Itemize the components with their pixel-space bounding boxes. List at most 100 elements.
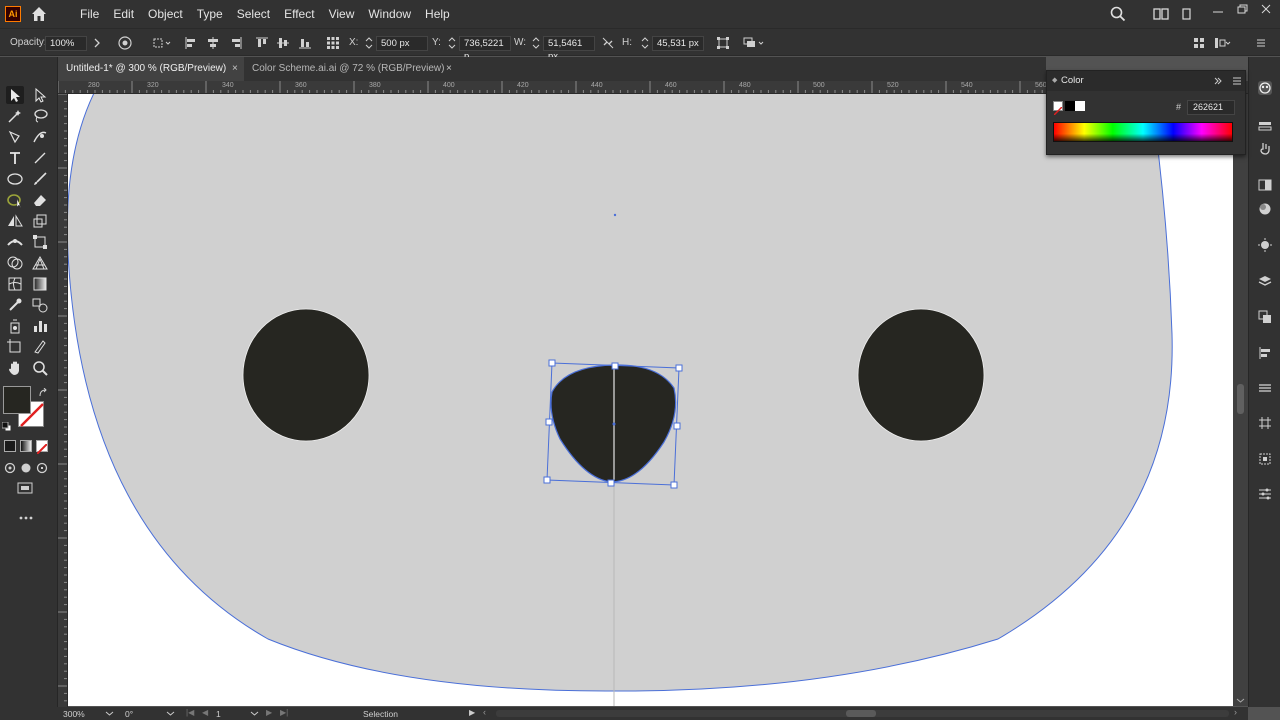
artboard-dropdown-icon[interactable] xyxy=(250,709,259,718)
home-icon[interactable] xyxy=(31,6,47,22)
free-transform-tool-icon[interactable] xyxy=(31,233,49,251)
white-swatch[interactable] xyxy=(1075,101,1085,111)
tab-close-icon[interactable]: × xyxy=(232,57,238,81)
align-left-icon[interactable] xyxy=(184,36,198,50)
magic-wand-tool-icon[interactable] xyxy=(6,107,24,125)
hex-input[interactable]: 262621 xyxy=(1187,100,1235,115)
pathfinder-icon[interactable] xyxy=(1258,452,1272,466)
rotation-dropdown-icon[interactable] xyxy=(166,709,175,718)
align-bottom-icon[interactable] xyxy=(298,36,312,50)
gradient-mode-icon[interactable] xyxy=(20,440,32,452)
minimize-icon[interactable] xyxy=(1212,6,1224,20)
panel-grid-icon[interactable] xyxy=(1192,36,1206,50)
x-stepper-icon[interactable] xyxy=(364,36,374,50)
y-stepper-icon[interactable] xyxy=(447,36,457,50)
align-panel-icon[interactable] xyxy=(1258,346,1272,360)
scroll-left-icon[interactable]: ‹ xyxy=(483,707,486,717)
menu-file[interactable]: File xyxy=(73,0,106,28)
none-mode-icon[interactable] xyxy=(36,440,48,455)
menu-help[interactable]: Help xyxy=(418,0,457,28)
transform-icon[interactable] xyxy=(716,36,730,50)
horizontal-scrollbar[interactable] xyxy=(496,710,1229,717)
draw-normal-icon[interactable] xyxy=(4,461,16,474)
none-swatch[interactable] xyxy=(1053,101,1063,116)
tab-untitled-1[interactable]: Untitled-1* @ 300 % (RGB/Preview) xyxy=(58,57,244,81)
align-middle-icon[interactable] xyxy=(276,36,290,50)
chevron-right-icon[interactable] xyxy=(90,36,104,50)
selection-tool-icon[interactable] xyxy=(6,86,24,104)
zoom-level[interactable]: 300% xyxy=(63,709,85,719)
paintbrush-tool-icon[interactable] xyxy=(31,170,49,188)
shaper-tool-icon[interactable] xyxy=(6,191,24,209)
scroll-down-arrow-icon[interactable] xyxy=(1236,692,1245,703)
w-stepper-icon[interactable] xyxy=(531,36,541,50)
black-swatch[interactable] xyxy=(1065,101,1075,111)
workspace-icon[interactable] xyxy=(1153,7,1169,21)
default-colors-icon[interactable] xyxy=(1,419,12,432)
appearance-icon[interactable] xyxy=(1258,238,1272,252)
mesh-tool-icon[interactable] xyxy=(6,275,24,293)
vertical-ruler[interactable] xyxy=(58,94,68,707)
panel-collapse-icon[interactable]: ◆ xyxy=(1052,76,1057,84)
next-artboard-icon[interactable]: ▶ xyxy=(266,708,272,717)
horizontal-scrollbar-thumb[interactable] xyxy=(846,710,876,717)
menu-view[interactable]: View xyxy=(322,0,362,28)
draw-inside-icon[interactable] xyxy=(36,461,48,474)
eraser-tool-icon[interactable] xyxy=(31,191,49,209)
column-graph-tool-icon[interactable] xyxy=(31,317,49,335)
width-tool-icon[interactable] xyxy=(6,233,24,251)
zoom-tool-icon[interactable] xyxy=(31,359,49,377)
h-field[interactable]: 45,531 px xyxy=(652,36,704,51)
properties-icon[interactable] xyxy=(1258,381,1272,395)
tab-close-icon[interactable]: × xyxy=(446,57,452,81)
libraries-icon[interactable] xyxy=(1258,487,1272,501)
fill-swatch-front[interactable] xyxy=(3,386,31,414)
menu-type[interactable]: Type xyxy=(190,0,230,28)
rotation-value[interactable]: 0° xyxy=(125,709,133,719)
tab-color-scheme[interactable]: Color Scheme.ai.ai @ 72 % (RGB/Preview) xyxy=(244,57,460,81)
align-right-icon[interactable] xyxy=(229,36,243,50)
shape-builder-tool-icon[interactable] xyxy=(6,254,24,272)
layers-icon[interactable] xyxy=(1258,274,1272,288)
menu-window[interactable]: Window xyxy=(361,0,418,28)
direct-selection-tool-icon[interactable] xyxy=(31,86,49,104)
scale-tool-icon[interactable] xyxy=(31,212,49,230)
artboard-canvas[interactable] xyxy=(68,94,1233,706)
lasso-tool-icon[interactable] xyxy=(31,107,49,125)
scrollbar-thumb[interactable] xyxy=(1237,384,1244,414)
first-artboard-icon[interactable]: |◀ xyxy=(186,708,194,717)
draw-behind-icon[interactable] xyxy=(20,461,32,473)
w-field[interactable]: 51,5461 px xyxy=(543,36,595,62)
align-to-icon[interactable] xyxy=(152,36,174,50)
artboards-icon[interactable] xyxy=(1258,310,1272,324)
menu-effect[interactable]: Effect xyxy=(277,0,321,28)
vertical-scrollbar[interactable] xyxy=(1233,94,1248,706)
ellipse-tool-icon[interactable] xyxy=(6,170,24,188)
zoom-dropdown-icon[interactable] xyxy=(105,709,114,718)
puppet-icon[interactable] xyxy=(1258,141,1272,155)
swap-fill-stroke-icon[interactable] xyxy=(38,385,48,397)
status-menu-arrow-icon[interactable]: ▶ xyxy=(469,708,475,717)
transform-panel-icon[interactable] xyxy=(1258,416,1272,430)
menu-object[interactable]: Object xyxy=(141,0,190,28)
reference-point-icon[interactable] xyxy=(326,36,340,50)
transparency-icon[interactable] xyxy=(1258,202,1272,216)
line-segment-tool-icon[interactable] xyxy=(31,149,49,167)
arrange-icon[interactable] xyxy=(742,36,768,50)
control-menu-icon[interactable] xyxy=(1254,36,1268,50)
artboard-tool-icon[interactable] xyxy=(6,338,24,356)
document-layout-icon[interactable] xyxy=(1182,7,1192,21)
menu-select[interactable]: Select xyxy=(230,0,277,28)
opacity-field[interactable]: 100% xyxy=(45,36,87,51)
distribute-icon[interactable] xyxy=(1213,36,1231,50)
last-artboard-icon[interactable]: ▶| xyxy=(280,708,288,717)
reflect-tool-icon[interactable] xyxy=(6,212,24,230)
recolor-artwork-icon[interactable] xyxy=(118,36,132,50)
constrain-proportions-icon[interactable] xyxy=(601,36,615,50)
more-tools-icon[interactable] xyxy=(17,509,35,520)
eyedropper-tool-icon[interactable] xyxy=(6,296,24,314)
menu-edit[interactable]: Edit xyxy=(106,0,141,28)
artboard-number[interactable]: 1 xyxy=(216,709,221,719)
color-guide-icon[interactable] xyxy=(1258,119,1272,133)
gradient-panel-icon[interactable] xyxy=(1258,178,1272,192)
